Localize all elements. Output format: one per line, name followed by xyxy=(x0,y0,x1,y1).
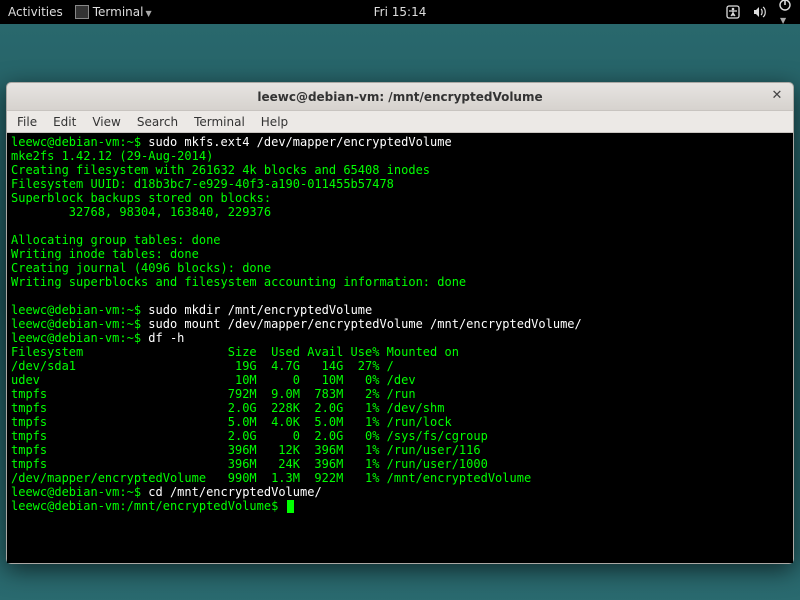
accessibility-icon[interactable] xyxy=(726,5,740,19)
menubar: File Edit View Search Terminal Help xyxy=(7,111,793,133)
command: df -h xyxy=(148,331,184,345)
menu-edit[interactable]: Edit xyxy=(53,115,76,129)
terminal-icon xyxy=(75,5,89,19)
prompt: leewc@debian-vm:/mnt/encryptedVolume$ xyxy=(11,499,286,513)
df-row: tmpfs 396M 12K 396M 1% /run/user/116 xyxy=(11,443,481,457)
df-row: tmpfs 2.0G 0 2.0G 0% /sys/fs/cgroup xyxy=(11,429,488,443)
cursor xyxy=(287,500,294,513)
prompt: leewc@debian-vm:~$ xyxy=(11,135,148,149)
df-row: tmpfs 2.0G 228K 2.0G 1% /dev/shm xyxy=(11,401,444,415)
df-header: Filesystem Size Used Avail Use% Mounted … xyxy=(11,345,459,359)
output-line: mke2fs 1.42.12 (29-Aug-2014) xyxy=(11,149,213,163)
df-row: tmpfs 396M 24K 396M 1% /run/user/1000 xyxy=(11,457,488,471)
power-icon[interactable]: ▼ xyxy=(778,0,792,26)
menu-help[interactable]: Help xyxy=(261,115,288,129)
command: sudo mount /dev/mapper/encryptedVolume /… xyxy=(148,317,581,331)
volume-icon[interactable] xyxy=(752,5,766,19)
terminal-viewport[interactable]: leewc@debian-vm:~$ sudo mkfs.ext4 /dev/m… xyxy=(7,133,793,563)
df-row: tmpfs 5.0M 4.0K 5.0M 1% /run/lock xyxy=(11,415,452,429)
activities-button[interactable]: Activities xyxy=(8,5,63,19)
window-title: leewc@debian-vm: /mnt/encryptedVolume xyxy=(257,90,542,104)
output-line: 32768, 98304, 163840, 229376 xyxy=(11,205,271,219)
df-row: /dev/mapper/encryptedVolume 990M 1.3M 92… xyxy=(11,471,531,485)
menu-view[interactable]: View xyxy=(92,115,120,129)
chevron-down-icon: ▼ xyxy=(145,9,151,18)
app-menu[interactable]: Terminal▼ xyxy=(75,5,152,20)
app-menu-label: Terminal xyxy=(93,5,144,19)
prompt: leewc@debian-vm:~$ xyxy=(11,331,148,345)
top-panel: Activities Terminal▼ Fri 15:14 ▼ xyxy=(0,0,800,24)
command: cd /mnt/encryptedVolume/ xyxy=(148,485,321,499)
terminal-window: leewc@debian-vm: /mnt/encryptedVolume ✕ … xyxy=(6,82,794,564)
clock[interactable]: Fri 15:14 xyxy=(374,5,427,19)
output-line: Creating filesystem with 261632 4k block… xyxy=(11,163,430,177)
prompt: leewc@debian-vm:~$ xyxy=(11,303,148,317)
output-line: Writing superblocks and filesystem accou… xyxy=(11,275,466,289)
df-row: tmpfs 792M 9.0M 783M 2% /run xyxy=(11,387,416,401)
output-line: Writing inode tables: done xyxy=(11,247,199,261)
menu-terminal[interactable]: Terminal xyxy=(194,115,245,129)
command: sudo mkfs.ext4 /dev/mapper/encryptedVolu… xyxy=(148,135,451,149)
prompt: leewc@debian-vm:~$ xyxy=(11,485,148,499)
menu-search[interactable]: Search xyxy=(137,115,178,129)
df-row: udev 10M 0 10M 0% /dev xyxy=(11,373,416,387)
menu-file[interactable]: File xyxy=(17,115,37,129)
close-icon[interactable]: ✕ xyxy=(769,89,785,105)
output-line: Filesystem UUID: d18b3bc7-e929-40f3-a190… xyxy=(11,177,394,191)
titlebar[interactable]: leewc@debian-vm: /mnt/encryptedVolume ✕ xyxy=(7,83,793,111)
output-line: Superblock backups stored on blocks: xyxy=(11,191,271,205)
command: sudo mkdir /mnt/encryptedVolume xyxy=(148,303,372,317)
output-line: Creating journal (4096 blocks): done xyxy=(11,261,271,275)
chevron-down-icon: ▼ xyxy=(780,16,786,25)
df-row: /dev/sda1 19G 4.7G 14G 27% / xyxy=(11,359,394,373)
output-line: Allocating group tables: done xyxy=(11,233,221,247)
prompt: leewc@debian-vm:~$ xyxy=(11,317,148,331)
